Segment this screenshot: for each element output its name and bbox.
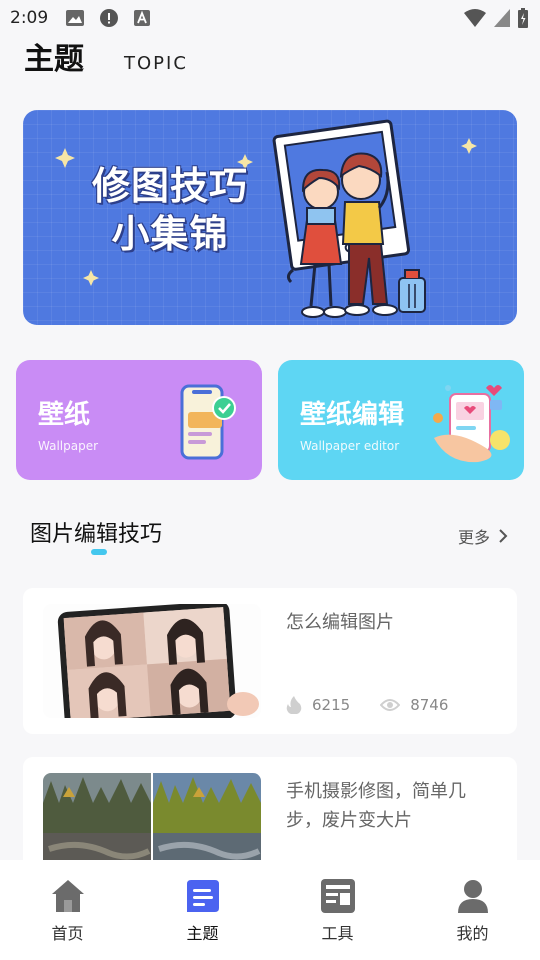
image-notification-icon — [66, 10, 85, 26]
article-card[interactable]: 手机摄影修图，简单几步，废片变大片 — [23, 757, 517, 877]
article-card[interactable]: 怎么编辑图片 6215 8746 — [23, 588, 517, 734]
font-notification-icon — [134, 10, 151, 26]
views-count: 8746 — [410, 696, 449, 714]
nav-home[interactable]: 首页 — [0, 860, 135, 960]
signal-icon — [494, 9, 510, 27]
home-icon — [51, 880, 84, 912]
nav-profile[interactable]: 我的 — [405, 860, 540, 960]
article-title: 手机摄影修图，简单几步，废片变大片 — [286, 781, 466, 831]
likes-count: 6215 — [312, 696, 351, 714]
article-title: 怎么编辑图片 — [286, 612, 394, 633]
article-stats: 6215 8746 — [286, 696, 478, 714]
topic-icon — [186, 880, 219, 912]
feature-banner[interactable]: 修图技巧 小集锦 — [23, 110, 517, 325]
phone-wallpaper-icon — [180, 384, 236, 460]
section-indicator — [91, 549, 107, 555]
status-time: 2:09 — [10, 8, 49, 28]
phone-edit-icon — [433, 385, 510, 463]
section-title: 图片编辑技巧 — [30, 522, 163, 547]
more-link[interactable]: 更多 — [458, 524, 508, 548]
battery-icon — [518, 8, 528, 28]
fire-icon — [286, 696, 302, 714]
tools-icon — [320, 879, 355, 913]
banner-line-2: 小集锦 — [111, 212, 229, 256]
banner-headline: 修图技巧 小集锦 — [85, 162, 255, 258]
status-bar: 2:09 — [0, 0, 540, 36]
alert-notification-icon — [100, 9, 119, 27]
eye-icon — [380, 699, 401, 711]
wifi-icon — [464, 9, 486, 27]
page-header: 主题 TOPIC — [24, 34, 188, 78]
more-label: 更多 — [458, 528, 491, 547]
page-subtitle: TOPIC — [124, 53, 188, 74]
nav-tools-label: 工具 — [321, 924, 354, 943]
nav-home-label: 首页 — [51, 924, 84, 943]
page-title: 主题 — [24, 42, 84, 77]
chevron-right-icon — [499, 529, 508, 543]
nav-tools[interactable]: 工具 — [270, 860, 405, 960]
bottom-nav: 首页 主题 工具 我的 — [0, 860, 540, 960]
nav-profile-label: 我的 — [456, 924, 489, 943]
wallpaper-editor-card[interactable]: 壁纸编辑 Wallpaper editor — [278, 360, 524, 480]
article-thumbnail — [43, 604, 261, 718]
nav-topic-label: 主题 — [186, 924, 219, 943]
nav-topic[interactable]: 主题 — [135, 860, 270, 960]
wallpaper-card[interactable]: 壁纸 Wallpaper — [16, 360, 262, 480]
profile-icon — [457, 880, 488, 913]
banner-line-1: 修图技巧 — [91, 164, 248, 208]
